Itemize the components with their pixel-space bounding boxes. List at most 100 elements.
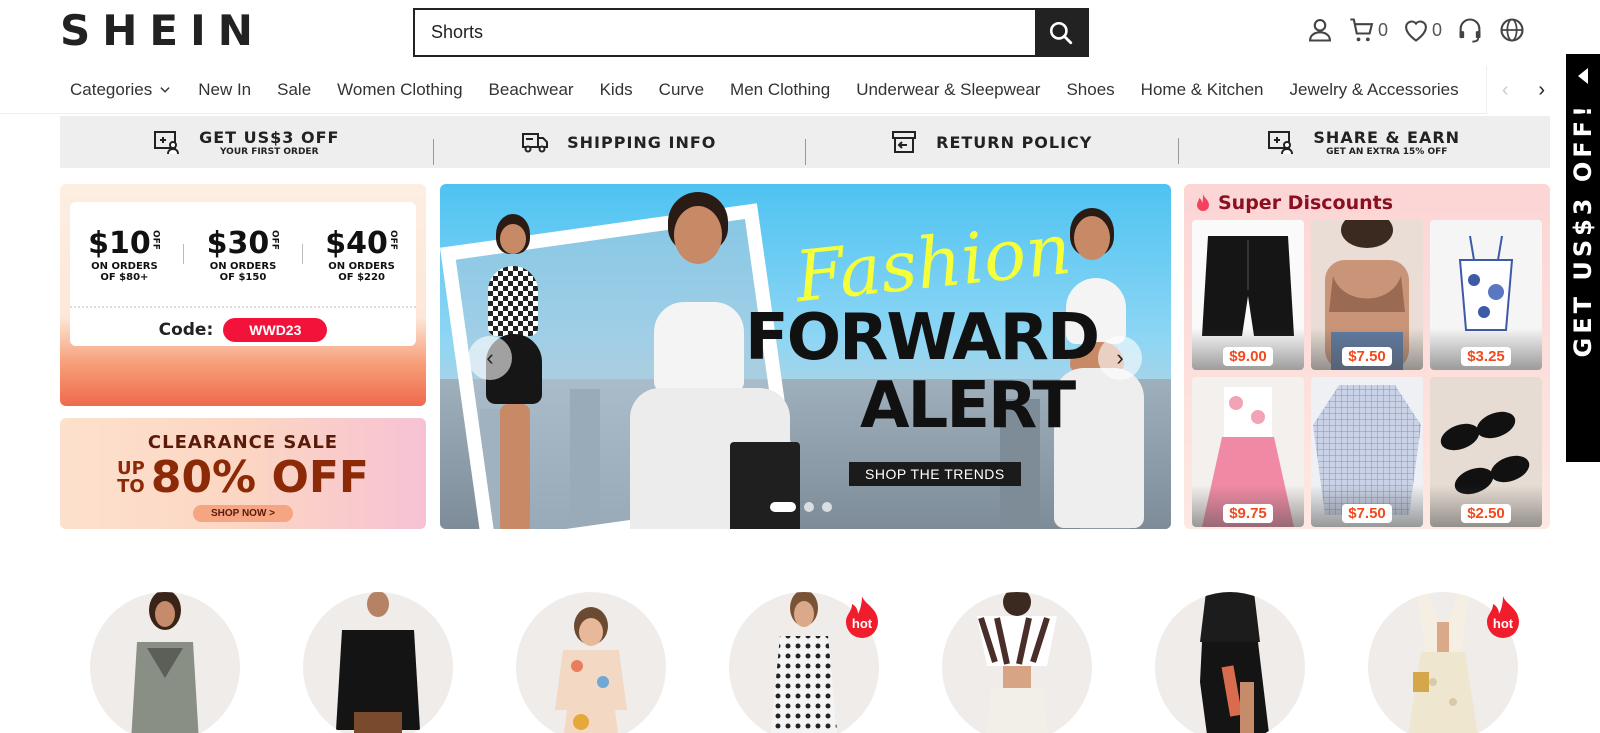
nav-underwear-sleepwear[interactable]: Underwear & Sleepwear: [856, 80, 1040, 100]
strip-title: GET US$3 OFF: [199, 127, 340, 147]
nav-men-clothing[interactable]: Men Clothing: [730, 80, 830, 100]
product-price: $7.50: [1342, 504, 1392, 523]
coupon-condition: OF $150: [219, 272, 267, 283]
nav-curve[interactable]: Curve: [659, 80, 704, 100]
coupon-off: OFF: [150, 230, 161, 250]
code-label: Code:: [158, 320, 214, 340]
strip-title: SHIPPING INFO: [567, 132, 717, 152]
cart-icon: [1350, 18, 1374, 42]
nav-kids[interactable]: Kids: [600, 80, 633, 100]
coupon-amount: $30: [206, 226, 270, 261]
clearance-shop-now-button[interactable]: SHOP NOW >: [193, 505, 293, 522]
category-circles: [90, 592, 1518, 733]
search-button[interactable]: [1035, 10, 1087, 55]
product-card[interactable]: $9.00: [1192, 220, 1304, 370]
coupon-card[interactable]: $10 OFF ON ORDERS OF $80+ $30 OFF ON ORDER…: [60, 184, 426, 406]
support-button[interactable]: [1456, 16, 1484, 44]
category-circle[interactable]: [516, 592, 666, 733]
nav-scroll-controls: ‹ ›: [1486, 66, 1560, 114]
strip-title: RETURN POLICY: [936, 132, 1093, 152]
product-price: $3.25: [1461, 347, 1511, 366]
category-image: [977, 592, 1057, 733]
strip-item-return[interactable]: RETURN POLICY: [805, 129, 1178, 165]
super-discounts-panel[interactable]: Super Discounts $9.00 $7.50 $3.25 $9.75 …: [1184, 184, 1550, 529]
super-discounts-title: Super Discounts: [1194, 192, 1393, 214]
coupon-code-badge[interactable]: WWD23: [223, 318, 328, 342]
category-image: [770, 592, 838, 733]
clearance-title: CLEARANCE SALE: [147, 432, 339, 453]
nav-jewelry-accessories[interactable]: Jewelry & Accessories: [1290, 80, 1459, 100]
super-title-text: Super Discounts: [1218, 192, 1394, 214]
category-image: [555, 607, 627, 733]
nav-beachwear[interactable]: Beachwear: [489, 80, 574, 100]
globe-icon: [1500, 18, 1524, 42]
clearance-upto-line: TO: [117, 476, 145, 497]
page: SHEIN 0 0 Categories New In Sale Women C…: [0, 0, 1600, 733]
nav-prev-arrow-icon[interactable]: ‹: [1502, 79, 1509, 102]
nav-next-arrow-icon[interactable]: ›: [1538, 79, 1545, 102]
clearance-upto: UP TO: [117, 460, 145, 496]
search-bar: [413, 8, 1089, 57]
product-card[interactable]: $7.50: [1311, 377, 1423, 527]
category-circle[interactable]: [90, 592, 240, 733]
coupon-panel: $10 OFF ON ORDERS OF $80+ $30 OFF ON ORDER…: [70, 202, 416, 346]
coupon-condition: OF $220: [338, 272, 385, 283]
carousel-dot[interactable]: [822, 502, 832, 512]
nav-new-in[interactable]: New In: [198, 80, 251, 100]
carousel-dot[interactable]: [804, 502, 814, 512]
coupon-item: $40 OFF ON ORDERS OF $220: [312, 226, 412, 283]
category-circle[interactable]: [942, 592, 1092, 733]
language-button[interactable]: [1498, 16, 1526, 44]
first-order-side-tab[interactable]: GET US$3 OFF!: [1566, 54, 1600, 462]
chevron-down-icon: [160, 86, 170, 93]
product-price: $9.00: [1223, 347, 1273, 366]
super-discounts-grid: $9.00 $7.50 $3.25 $9.75 $7.50 $2.50: [1192, 220, 1542, 527]
hero-cta-button[interactable]: SHOP THE TRENDS: [849, 462, 1021, 486]
account-button[interactable]: [1306, 16, 1334, 44]
clearance-banner[interactable]: CLEARANCE SALE UP TO 80% OFF SHOP NOW >: [60, 418, 426, 529]
coupon-code-row: Code: WWD23: [70, 306, 416, 342]
carousel-dot[interactable]: [770, 502, 796, 512]
nav-sale[interactable]: Sale: [277, 80, 311, 100]
product-card[interactable]: $7.50: [1311, 220, 1423, 370]
carousel-next-button[interactable]: ›: [1098, 336, 1142, 380]
wishlist-count: 0: [1432, 19, 1443, 40]
product-card[interactable]: $2.50: [1430, 377, 1542, 527]
shein-logo[interactable]: SHEIN: [60, 6, 265, 55]
side-tab-label: GET US$3 OFF!: [1569, 102, 1597, 358]
nav-women-clothing[interactable]: Women Clothing: [337, 80, 462, 100]
coupon-list: $10 OFF ON ORDERS OF $80+ $30 OFF ON ORDER…: [70, 202, 416, 283]
coupon-divider: [183, 244, 185, 264]
carousel-prev-button[interactable]: ‹: [468, 336, 512, 380]
hot-badge-text: hot: [1493, 616, 1514, 631]
category-circle[interactable]: [303, 592, 453, 733]
hero-carousel[interactable]: Fashion FORWARD ALERT SHOP THE TRENDS ‹ …: [440, 184, 1171, 529]
coupon-divider: [301, 244, 303, 264]
coupon-item: $30 OFF ON ORDERS OF $150: [193, 226, 293, 283]
strip-title: SHARE & EARN: [1313, 127, 1461, 147]
nav-categories[interactable]: Categories: [70, 80, 172, 100]
collapse-triangle-icon[interactable]: [1578, 68, 1588, 84]
coupon-condition: ON ORDERS: [328, 261, 395, 272]
nav-shoes[interactable]: Shoes: [1066, 80, 1114, 100]
category-image: [1200, 592, 1269, 733]
strip-subtitle: YOUR FIRST ORDER: [219, 146, 319, 157]
strip-item-share-earn[interactable]: SHARE & EARN GET AN EXTRA 15% OFF: [1177, 127, 1551, 164]
nav-home-kitchen[interactable]: Home & Kitchen: [1141, 80, 1264, 100]
promo-strip: GET US$3 OFF YOUR FIRST ORDER SHIPPING I…: [60, 116, 1550, 168]
product-card[interactable]: $3.25: [1430, 220, 1542, 370]
wishlist-button[interactable]: 0: [1402, 16, 1442, 44]
coupon-off: OFF: [269, 230, 280, 250]
cart-button[interactable]: 0: [1348, 16, 1388, 44]
category-image: [1408, 592, 1478, 733]
category-circle[interactable]: [1155, 592, 1305, 733]
coupon-user-icon: [154, 131, 180, 155]
category-image: [336, 592, 420, 733]
strip-item-first-order[interactable]: GET US$3 OFF YOUR FIRST ORDER: [60, 128, 433, 157]
coupon-condition: ON ORDERS: [209, 261, 277, 272]
strip-item-shipping[interactable]: SHIPPING INFO: [432, 129, 806, 165]
search-input[interactable]: [415, 10, 1035, 55]
product-card[interactable]: $9.75: [1192, 377, 1304, 527]
header-icons: 0 0: [1306, 16, 1536, 44]
heart-icon: [1405, 20, 1427, 42]
